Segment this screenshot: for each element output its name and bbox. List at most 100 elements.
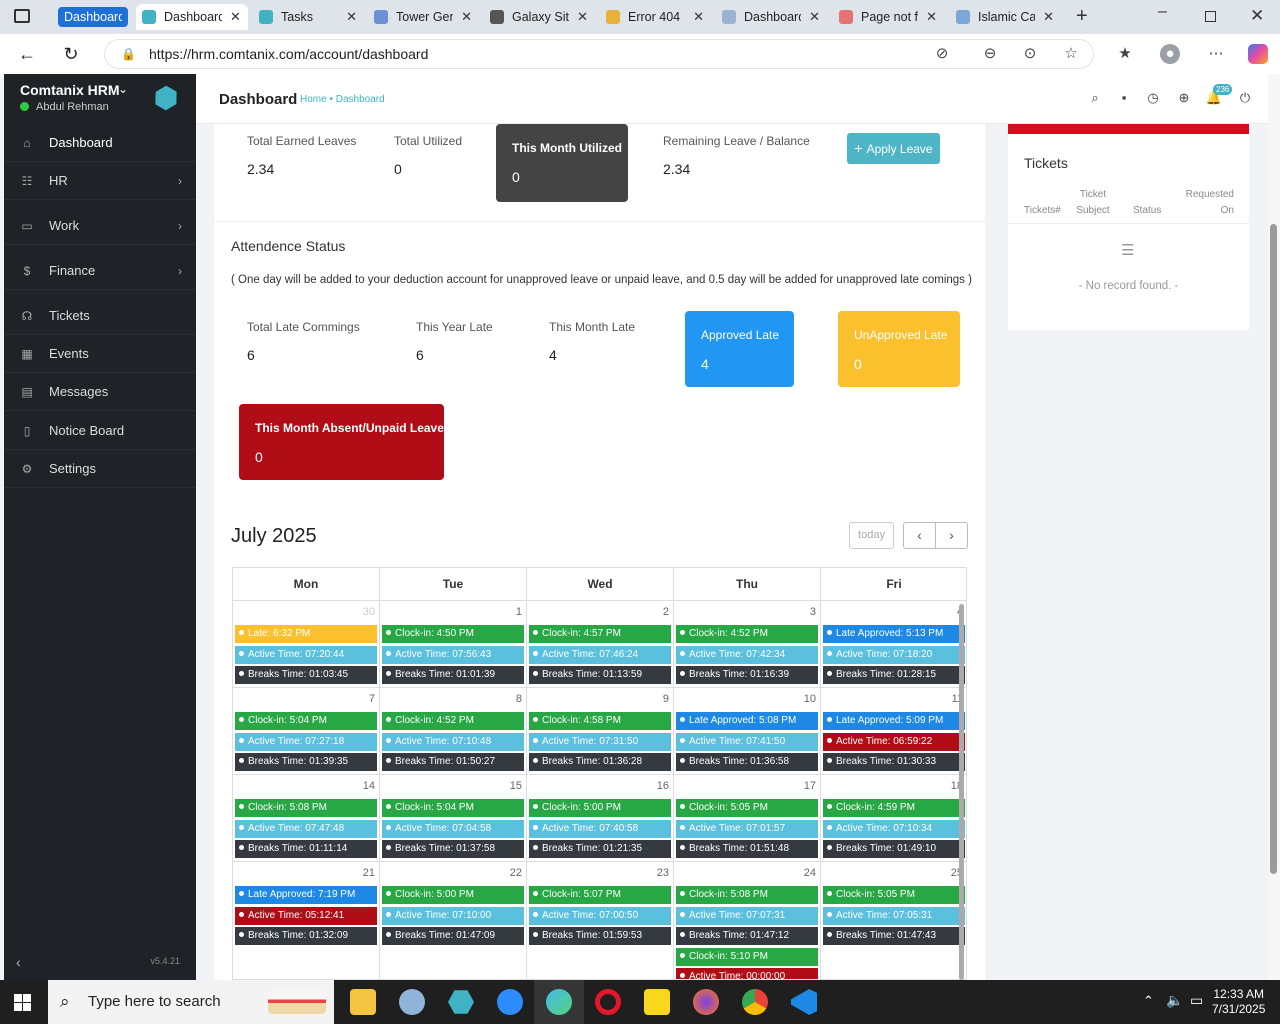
system-tray-chevron-icon[interactable]: ⌃ <box>1143 993 1154 1009</box>
tab-close-icon[interactable]: ✕ <box>346 9 357 25</box>
sticky-notes-icon[interactable] <box>644 989 670 1015</box>
calendar-event[interactable]: Active Time: 07:47:48 <box>235 819 377 838</box>
more-menu-icon[interactable]: ⋯ <box>1206 44 1226 64</box>
volume-icon[interactable]: 🔈 <box>1166 992 1183 1009</box>
read-aloud-icon[interactable]: ⊙ <box>1020 44 1040 64</box>
calendar-day-cell[interactable]: 3 Clock-in: 4:52 PM Active Time: 07:42:34 B… <box>674 601 821 688</box>
calendar-scrollbar[interactable] <box>959 604 964 980</box>
calendar-event[interactable]: Active Time: 07:20:44 <box>235 645 377 664</box>
tab-0[interactable]: Dashboard <box>58 7 128 27</box>
sidebar-item-notice-board[interactable]: ▯ Notice Board <box>4 412 196 450</box>
calendar-event[interactable]: Clock-in: 5:04 PM <box>382 799 524 817</box>
calendar-event[interactable]: Late Approved: 5:09 PM <box>823 712 965 730</box>
calendar-event[interactable]: Breaks Time: 01:47:09 <box>382 927 524 945</box>
calendar-day-cell[interactable]: 2 Clock-in: 4:57 PM Active Time: 07:46:24 B… <box>527 601 674 688</box>
calendar-day-cell[interactable]: 9 Clock-in: 4:58 PM Active Time: 07:31:50 B… <box>527 688 674 775</box>
calendar-day-cell[interactable]: 7 Clock-in: 5:04 PM Active Time: 07:27:18 B… <box>233 688 380 775</box>
sidebar-item-settings[interactable]: ⚙ Settings <box>4 450 196 488</box>
tracking-icon[interactable]: ⊘ <box>932 44 952 64</box>
favorites-icon[interactable]: ★ <box>1115 44 1135 64</box>
calendar-event[interactable]: Active Time: 05:12:41 <box>235 906 377 925</box>
calendar-day-cell[interactable]: 22 Clock-in: 5:00 PM Active Time: 07:10:00… <box>380 862 527 979</box>
calendar-event[interactable]: Active Time: 07:05:31 <box>823 906 965 925</box>
sticky-note-icon[interactable]: ▪ <box>1115 89 1133 107</box>
tab-close-icon[interactable]: ✕ <box>926 9 937 25</box>
calendar-day-cell[interactable]: 1 Clock-in: 4:50 PM Active Time: 07:56:43 B… <box>380 601 527 688</box>
vscode-icon[interactable] <box>791 989 817 1015</box>
prev-month-icon[interactable]: ‹ <box>903 522 936 549</box>
calendar-day-cell[interactable]: 24 Clock-in: 5:08 PM Active Time: 07:07:31… <box>674 862 821 979</box>
tab-7[interactable]: Page not f ✕ <box>833 4 943 30</box>
calendar-event[interactable]: Active Time: 07:10:48 <box>382 732 524 751</box>
calendar-event[interactable]: Active Time: 00:00:00 <box>676 968 818 979</box>
copilot-icon[interactable] <box>1248 44 1268 64</box>
tab-actions-icon[interactable] <box>14 9 30 23</box>
calendar-event[interactable]: Active Time: 07:40:58 <box>529 819 671 838</box>
calendar-event[interactable]: Clock-in: 4:59 PM <box>823 799 965 817</box>
restore-icon[interactable] <box>1205 11 1216 22</box>
calendar-day-cell[interactable]: 14 Clock-in: 5:08 PM Active Time: 07:47:48… <box>233 775 380 862</box>
calendar-day-cell[interactable]: 16 Clock-in: 5:00 PM Active Time: 07:40:58… <box>527 775 674 862</box>
calendar-event[interactable]: Breaks Time: 01:01:39 <box>382 666 524 684</box>
calendar-event[interactable]: Active Time: 07:10:34 <box>823 819 965 838</box>
calendar-event[interactable]: Clock-in: 5:08 PM <box>676 886 818 904</box>
calendar-event[interactable]: Breaks Time: 01:39:35 <box>235 753 377 771</box>
tab-5[interactable]: Error 404 ✕ <box>600 4 710 30</box>
calendar-day-cell[interactable]: 18 Clock-in: 4:59 PM Active Time: 07:10:34… <box>821 775 966 862</box>
sidebar-item-work[interactable]: ▭ Work › <box>4 207 196 245</box>
calendar-event[interactable]: Breaks Time: 01:36:58 <box>676 753 818 771</box>
taskbar-search-box[interactable]: ⌕ Type here to search <box>48 980 334 1024</box>
calendar-event[interactable]: Late Approved: 5:13 PM <box>823 625 965 643</box>
calendar-event[interactable]: Breaks Time: 01:30:33 <box>823 753 965 771</box>
calendar-event[interactable]: Active Time: 07:46:24 <box>529 645 671 664</box>
tab-close-icon[interactable]: ✕ <box>461 9 472 25</box>
sidebar-item-dashboard[interactable]: ⌂ Dashboard <box>4 124 196 162</box>
calendar-day-cell[interactable]: 21 Late Approved: 7:19 PM Active Time: 05:… <box>233 862 380 979</box>
page-scrollbar-thumb[interactable] <box>1270 224 1277 874</box>
calendar-event[interactable]: Clock-in: 5:10 PM <box>676 947 818 966</box>
calendar-event[interactable]: Active Time: 07:41:50 <box>676 732 818 751</box>
add-icon[interactable]: ⊕ <box>1175 89 1193 107</box>
windows-start-icon[interactable] <box>14 994 31 1011</box>
paint-icon[interactable] <box>399 989 425 1015</box>
sidebar-item-finance[interactable]: $ Finance › <box>4 252 196 290</box>
calendar-event[interactable]: Breaks Time: 01:47:12 <box>676 927 818 945</box>
chevron-down-icon[interactable]: ⌄ <box>118 82 128 96</box>
calendar-event[interactable]: Clock-in: 5:05 PM <box>676 799 818 817</box>
calendar-event[interactable]: Breaks Time: 01:03:45 <box>235 666 377 684</box>
calendar-event[interactable]: Clock-in: 4:57 PM <box>529 625 671 643</box>
calendar-event[interactable]: Clock-in: 5:00 PM <box>382 886 524 904</box>
tab-close-icon[interactable]: ✕ <box>1043 9 1054 25</box>
calendar-event[interactable]: Clock-in: 4:52 PM <box>382 712 524 730</box>
calendar-event[interactable]: Active Time: 07:42:34 <box>676 645 818 664</box>
apply-leave-button[interactable]: + Apply Leave <box>847 133 940 164</box>
calendar-event[interactable]: Active Time: 07:18:20 <box>823 645 965 664</box>
file-explorer-icon[interactable] <box>350 989 376 1015</box>
collapse-sidebar-icon[interactable]: ‹ <box>16 954 21 970</box>
page-scrollbar[interactable] <box>1268 74 1280 980</box>
zoom-app-icon[interactable] <box>497 989 523 1015</box>
calendar-event[interactable]: Breaks Time: 01:59:53 <box>529 927 671 945</box>
calendar-day-cell[interactable]: 11 Late Approved: 5:09 PM Active Time: 06:… <box>821 688 966 775</box>
calendar-event[interactable]: Active Time: 07:27:18 <box>235 732 377 751</box>
tab-6[interactable]: Dashboard ✕ <box>716 4 826 30</box>
calendar-event[interactable]: Active Time: 07:07:31 <box>676 906 818 925</box>
sidebar-item-events[interactable]: ▦ Events <box>4 335 196 373</box>
close-window-icon[interactable]: ✕ <box>1250 6 1264 26</box>
calendar-event[interactable]: Breaks Time: 01:36:28 <box>529 753 671 771</box>
new-tab-icon[interactable]: + <box>1076 5 1088 28</box>
tab-close-icon[interactable]: ✕ <box>577 9 588 25</box>
today-button[interactable]: today <box>849 522 894 549</box>
calendar-event[interactable]: Breaks Time: 01:28:15 <box>823 666 965 684</box>
calendar-event[interactable]: Late Approved: 7:19 PM <box>235 886 377 904</box>
brand-name[interactable]: Comtanix HRM <box>20 82 120 98</box>
tab-1[interactable]: Dashboard ✕ <box>136 4 248 30</box>
calendar-event[interactable]: Late: 6:32 PM <box>235 625 377 643</box>
search-icon[interactable]: ⌕ <box>1086 89 1104 107</box>
calendar-event[interactable]: Breaks Time: 01:16:39 <box>676 666 818 684</box>
calendar-event[interactable]: Active Time: 07:04:58 <box>382 819 524 838</box>
profile-avatar-icon[interactable]: ● <box>1160 44 1180 64</box>
clock-icon[interactable]: ◷ <box>1144 89 1162 107</box>
calendar-event[interactable]: Clock-in: 5:08 PM <box>235 799 377 817</box>
calendar-event[interactable]: Breaks Time: 01:21:35 <box>529 840 671 858</box>
